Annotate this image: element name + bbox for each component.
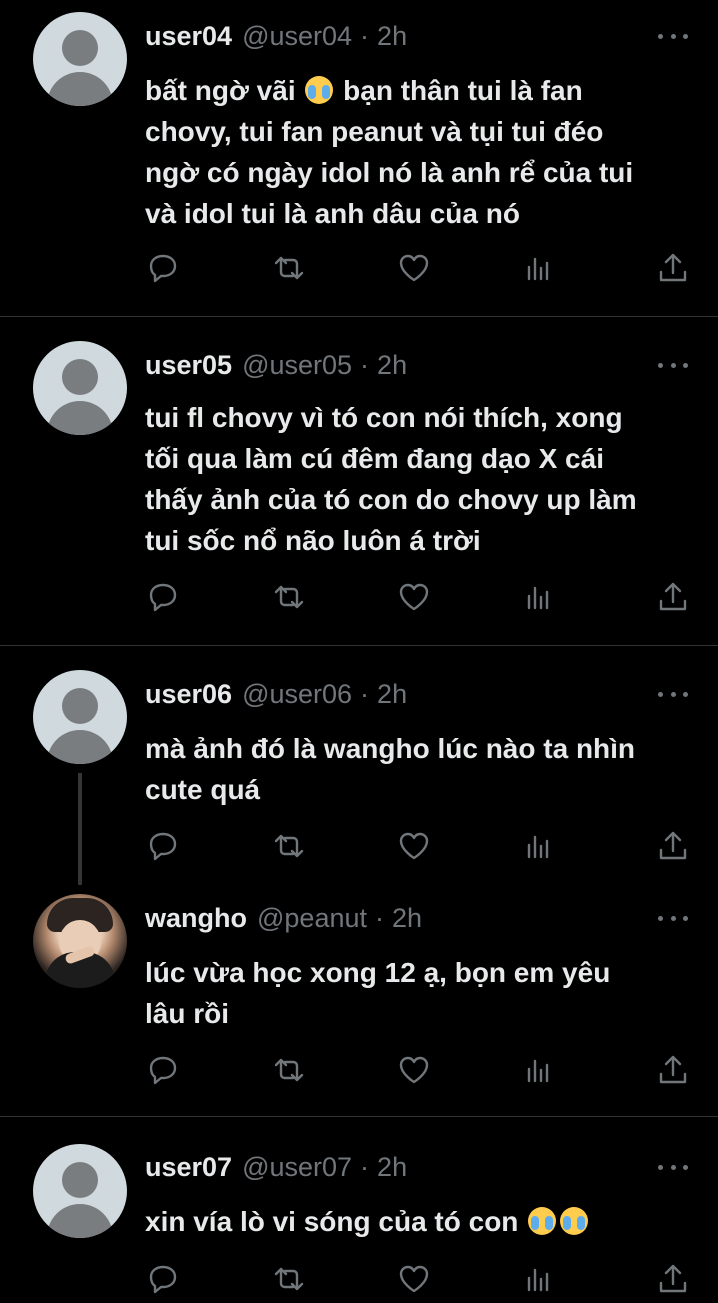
more-icon[interactable] xyxy=(658,350,688,380)
tweet-text-line: tui sốc nổ não luôn á trời xyxy=(145,525,481,556)
loudly-crying-face-emoji xyxy=(305,76,334,104)
retweet-icon[interactable] xyxy=(271,828,307,864)
tweet-text-line: tối qua làm cú đêm đang dạo X cái xyxy=(145,443,604,474)
separator-dot: · xyxy=(375,902,384,933)
tweet-text-line: tui fl chovy vì tó con nói thích, xong xyxy=(145,402,623,433)
avatar[interactable] xyxy=(33,670,127,764)
retweet-icon[interactable] xyxy=(271,579,307,615)
share-icon[interactable] xyxy=(655,828,691,864)
tweet-text: bất ngờ vãi bạn thân tui là fan chovy, t… xyxy=(145,70,705,234)
timestamp[interactable]: 2h xyxy=(392,903,422,934)
share-icon[interactable] xyxy=(655,1261,691,1297)
tweet-text-line: lúc vừa học xong 12 ạ, bọn em yêu xyxy=(145,957,611,988)
separator-dot: · xyxy=(360,349,370,380)
views-icon[interactable] xyxy=(521,250,557,286)
like-icon[interactable] xyxy=(396,1261,432,1297)
tweet-text-line: cute quá xyxy=(145,774,261,805)
reply-icon[interactable] xyxy=(145,828,181,864)
user-handle: @user06 xyxy=(242,678,353,709)
tweet-text-line: thấy ảnh của tó con do chovy up làm xyxy=(145,484,637,515)
share-icon[interactable] xyxy=(655,250,691,286)
avatar[interactable] xyxy=(33,1144,127,1238)
separator-dot: · xyxy=(360,20,370,51)
views-icon[interactable] xyxy=(521,1052,557,1088)
more-icon[interactable] xyxy=(658,21,688,51)
like-icon[interactable] xyxy=(396,1052,432,1088)
more-icon[interactable] xyxy=(658,903,688,933)
tweet-text-line: chovy, tui fan peanut và tụi tui đéo xyxy=(145,116,604,147)
like-icon[interactable] xyxy=(396,579,432,615)
tweet-text-line: ngờ có ngày idol nó là anh rể của tui xyxy=(145,157,634,188)
loudly-crying-face-emoji xyxy=(528,1207,557,1235)
tweet-text-line: bạn thân tui là fan xyxy=(335,75,583,106)
avatar[interactable] xyxy=(33,341,127,435)
reply-icon[interactable] xyxy=(145,579,181,615)
views-icon[interactable] xyxy=(521,828,557,864)
timestamp[interactable]: 2h xyxy=(377,679,407,710)
like-icon[interactable] xyxy=(396,250,432,286)
display-name[interactable]: user06 xyxy=(145,679,232,710)
like-icon[interactable] xyxy=(396,828,432,864)
share-icon[interactable] xyxy=(655,1052,691,1088)
tweet-text-line: mà ảnh đó là wangho lúc nào ta nhìn xyxy=(145,733,636,764)
tweet-text: mà ảnh đó là wangho lúc nào ta nhìn cute… xyxy=(145,728,705,810)
tweet-user07[interactable]: user07 @user07 · 2h xin vía lò vi sóng c… xyxy=(0,1117,718,1303)
tweet-actions xyxy=(145,579,690,615)
views-icon[interactable] xyxy=(521,579,557,615)
tweet-text: xin vía lò vi sóng của tó con xyxy=(145,1201,705,1242)
tweet-actions xyxy=(145,1052,690,1088)
user-handle: @user07 xyxy=(242,1151,353,1182)
retweet-icon[interactable] xyxy=(271,250,307,286)
tweet-text: tui fl chovy vì tó con nói thích, xong t… xyxy=(145,397,705,561)
tweet-text-line: bất ngờ vãi xyxy=(145,75,296,106)
thread-connector xyxy=(78,773,82,885)
tweet-text: lúc vừa học xong 12 ạ, bọn em yêu lâu rồ… xyxy=(145,952,705,1034)
tweet-actions xyxy=(145,250,690,286)
views-icon[interactable] xyxy=(521,1261,557,1297)
profile-photo-avatar[interactable] xyxy=(33,894,127,988)
timestamp[interactable]: 2h xyxy=(377,350,407,381)
user-handle: @user04 xyxy=(242,20,353,51)
retweet-icon[interactable] xyxy=(271,1052,307,1088)
tweet-user04[interactable]: user04 @user04 · 2h bất ngờ vãi bạn thân… xyxy=(0,0,718,316)
display-name[interactable]: wangho xyxy=(145,903,247,934)
timestamp[interactable]: 2h xyxy=(377,1152,407,1183)
avatar[interactable] xyxy=(33,12,127,106)
retweet-icon[interactable] xyxy=(271,1261,307,1297)
tweet-actions xyxy=(145,1261,690,1297)
more-icon[interactable] xyxy=(658,679,688,709)
user-handle: @user05 xyxy=(242,349,353,380)
tweet-wangho[interactable]: wangho @peanut · 2h lúc vừa học xong 12 … xyxy=(0,876,718,1116)
loudly-crying-face-emoji xyxy=(560,1207,589,1235)
tweet-text-line: lâu rồi xyxy=(145,998,230,1029)
share-icon[interactable] xyxy=(655,579,691,615)
separator-dot: · xyxy=(360,1151,370,1182)
separator-dot: · xyxy=(360,678,370,709)
user-handle: @peanut xyxy=(257,902,367,933)
reply-icon[interactable] xyxy=(145,1261,181,1297)
reply-icon[interactable] xyxy=(145,250,181,286)
tweet-text-line: và idol tui là anh dâu của nó xyxy=(145,198,520,229)
tweet-user06[interactable]: user06 @user06 · 2h mà ảnh đó là wangho … xyxy=(0,646,718,876)
reply-icon[interactable] xyxy=(145,1052,181,1088)
timestamp[interactable]: 2h xyxy=(377,21,407,52)
tweet-text-line: xin vía lò vi sóng của tó con xyxy=(145,1206,519,1237)
tweet-user05[interactable]: user05 @user05 · 2h tui fl chovy vì tó c… xyxy=(0,317,718,645)
more-icon[interactable] xyxy=(658,1152,688,1182)
display-name[interactable]: user04 xyxy=(145,21,232,52)
display-name[interactable]: user05 xyxy=(145,350,232,381)
display-name[interactable]: user07 xyxy=(145,1152,232,1183)
tweet-actions xyxy=(145,828,690,864)
